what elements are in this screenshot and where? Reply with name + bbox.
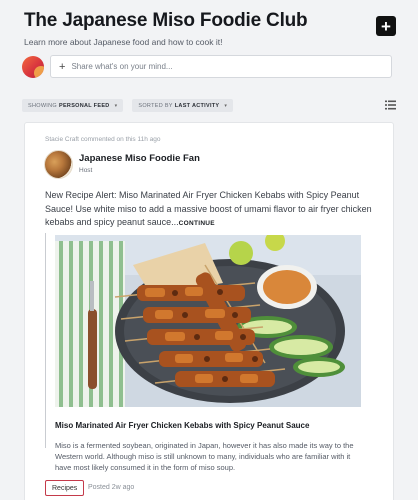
feed-filter-prefix: SHOWING <box>28 102 57 109</box>
sort-dropdown[interactable]: SORTED BY LAST ACTIVITY ▾ <box>132 99 234 112</box>
embedded-article[interactable]: Miso Marinated Air Fryer Chicken Kebabs … <box>45 233 361 472</box>
continue-link[interactable]: CONTINUE <box>179 220 215 227</box>
sort-value: LAST ACTIVITY <box>174 102 220 109</box>
post-card[interactable]: Stacie Craft commented on this 11h ago J… <box>24 122 394 500</box>
author-name[interactable]: Japanese Miso Foodie Fan <box>79 153 200 164</box>
author-role: Host <box>79 167 93 174</box>
list-view-icon[interactable] <box>385 100 396 110</box>
plus-icon: + <box>59 60 66 73</box>
chevron-down-icon: ▾ <box>224 102 228 109</box>
add-button[interactable]: + <box>376 16 396 36</box>
article-title[interactable]: Miso Marinated Air Fryer Chicken Kebabs … <box>55 421 309 430</box>
activity-line: Stacie Craft commented on this 11h ago <box>45 136 161 143</box>
feed-filters: SHOWING PERSONAL FEED ▾ SORTED BY LAST A… <box>22 99 396 112</box>
article-description: Miso is a fermented soybean, originated … <box>55 441 354 472</box>
feed-filter-dropdown[interactable]: SHOWING PERSONAL FEED ▾ <box>22 99 124 112</box>
kebab-photo[interactable] <box>55 235 361 407</box>
page-title: The Japanese Miso Foodie Club <box>24 10 308 31</box>
composer-placeholder: Share what's on your mind... <box>71 62 173 71</box>
author-avatar[interactable] <box>44 150 73 179</box>
sort-prefix: SORTED BY <box>138 102 173 109</box>
composer: + Share what's on your mind... <box>22 55 392 78</box>
posted-time: Posted 2w ago <box>88 484 135 491</box>
category-tag[interactable]: Recipes <box>45 480 85 496</box>
post-body: New Recipe Alert: Miso Marinated Air Fry… <box>45 189 381 231</box>
chevron-down-icon: ▾ <box>114 102 118 109</box>
avatar[interactable] <box>22 55 44 78</box>
page-subtitle: Learn more about Japanese food and how t… <box>24 37 223 47</box>
feed-filter-value: PERSONAL FEED <box>59 102 110 109</box>
page-header: The Japanese Miso Foodie Club Learn more… <box>24 10 398 47</box>
post-composer-input[interactable]: + Share what's on your mind... <box>50 55 392 78</box>
